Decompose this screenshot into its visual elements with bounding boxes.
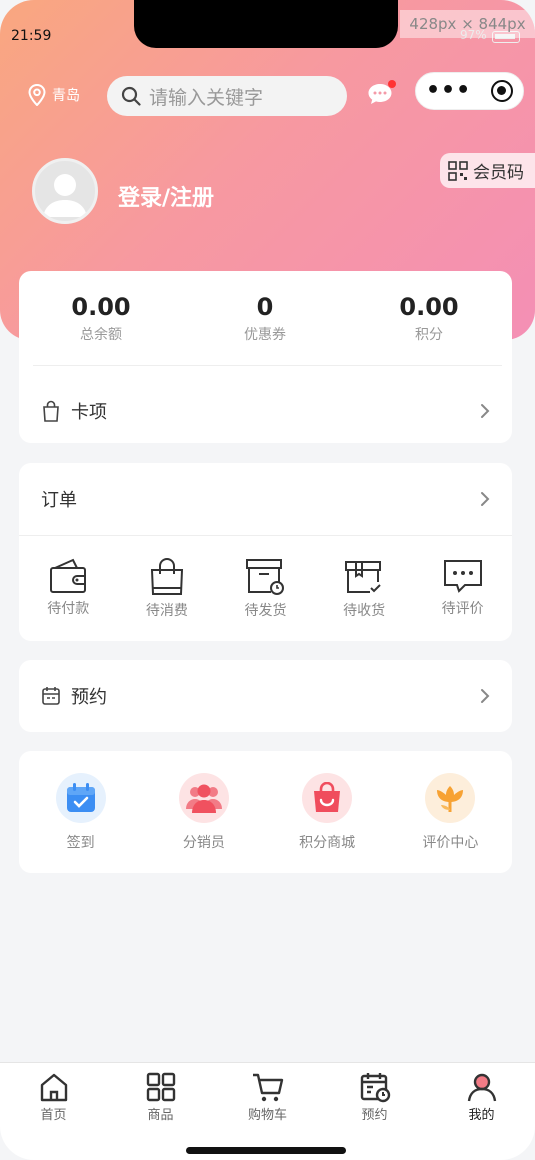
- points-value: 0.00: [399, 293, 459, 321]
- cards-item-row[interactable]: 卡项: [19, 375, 512, 447]
- service-distributor-label: 分销员: [182, 835, 225, 851]
- more-menu-icon[interactable]: •••: [426, 80, 471, 102]
- service-icon-bg: [302, 773, 353, 823]
- points-label: 积分: [415, 327, 443, 343]
- service-icon-bg: [55, 773, 106, 823]
- box-check-icon: [345, 561, 382, 593]
- orders-card: 订单 待付款 待消费 待发货 待收货 待评价: [19, 463, 512, 641]
- order-pending-review[interactable]: 待评价: [413, 536, 512, 641]
- balance-stat[interactable]: 0.00 总余额: [19, 293, 183, 344]
- order-pending-payment-label: 待付款: [47, 601, 90, 617]
- member-code-label: 会员码: [473, 163, 524, 183]
- home-icon: [40, 1073, 67, 1102]
- shopping-bag-icon: [150, 558, 183, 595]
- calendar-clock-icon: [360, 1073, 390, 1103]
- close-miniprogram-icon[interactable]: [491, 80, 514, 102]
- tab-home-label: 首页: [40, 1108, 67, 1123]
- search-icon: [121, 86, 141, 106]
- member-code-button[interactable]: 会员码: [440, 153, 535, 188]
- order-pending-review-label: 待评价: [441, 601, 484, 617]
- tab-booking[interactable]: 预约: [321, 1063, 428, 1160]
- location-label: 青岛: [52, 88, 80, 104]
- calendar-check-icon: [66, 783, 95, 812]
- order-pending-receipt[interactable]: 待收货: [315, 536, 414, 641]
- qr-code-icon: [448, 160, 468, 181]
- user-icon: [467, 1073, 496, 1102]
- tab-cart[interactable]: 购物车: [214, 1063, 321, 1160]
- orders-title: 订单: [41, 490, 77, 511]
- bag-icon: [43, 400, 59, 422]
- chevron-right-icon: [481, 689, 490, 703]
- account-stats-card: 0.00 总余额 0 优惠券 0.00 积分 卡项: [19, 271, 512, 443]
- tab-booking-label: 预约: [361, 1108, 388, 1123]
- coupon-label: 优惠券: [244, 327, 286, 343]
- people-icon: [185, 784, 222, 813]
- avatar[interactable]: [32, 158, 98, 224]
- balance-value: 0.00: [71, 293, 131, 321]
- tab-mine-label: 我的: [468, 1108, 495, 1123]
- cards-item-label: 卡项: [71, 402, 107, 423]
- location-pin-icon: [28, 84, 46, 106]
- coupon-stat[interactable]: 0 优惠券: [183, 293, 347, 344]
- service-points-mall-label: 积分商城: [299, 835, 356, 851]
- message-button[interactable]: [367, 80, 396, 110]
- app-screen: 21:59 97% 428px × 844px 青岛 请输入关键字 ••• 登录…: [0, 0, 535, 1160]
- search-bar[interactable]: 请输入关键字: [107, 76, 347, 116]
- service-checkin-label: 签到: [66, 835, 95, 851]
- search-placeholder: 请输入关键字: [149, 86, 264, 109]
- tulip-icon: [437, 786, 464, 812]
- dimension-overlay: 428px × 844px: [400, 10, 535, 38]
- service-checkin[interactable]: 签到: [19, 751, 142, 873]
- bottom-tab-bar: 首页 商品 购物车 预约 我的: [0, 1062, 535, 1160]
- services-card: 签到 分销员 积分商城 评价中心: [19, 751, 512, 873]
- service-distributor[interactable]: 分销员: [142, 751, 265, 873]
- login-register-link[interactable]: 登录/注册: [118, 180, 214, 212]
- order-pending-receipt-label: 待收货: [343, 603, 386, 619]
- box-clock-icon: [246, 559, 285, 595]
- default-user-icon: [43, 174, 87, 217]
- calendar-icon: [42, 687, 60, 705]
- chevron-right-icon: [481, 492, 490, 506]
- tab-home[interactable]: 首页: [0, 1063, 107, 1160]
- booking-label: 预约: [71, 687, 107, 708]
- order-pending-payment[interactable]: 待付款: [19, 536, 118, 641]
- service-icon-bg: [178, 773, 229, 823]
- location-selector[interactable]: 青岛: [28, 84, 80, 106]
- orders-header-row[interactable]: 订单: [19, 463, 512, 535]
- mini-program-capsule: •••: [415, 72, 524, 110]
- tab-mine[interactable]: 我的: [428, 1063, 535, 1160]
- divider: [33, 365, 502, 366]
- tab-products[interactable]: 商品: [107, 1063, 214, 1160]
- cart-icon: [252, 1073, 283, 1102]
- order-pending-shipment[interactable]: 待发货: [216, 536, 315, 641]
- order-pending-use[interactable]: 待消费: [118, 536, 217, 641]
- status-time: 21:59: [11, 28, 52, 44]
- chevron-right-icon: [481, 404, 490, 418]
- service-review-center-label: 评价中心: [422, 835, 479, 851]
- booking-row[interactable]: 预约: [19, 660, 512, 732]
- balance-label: 总余额: [80, 327, 122, 343]
- service-points-mall[interactable]: 积分商城: [266, 751, 389, 873]
- tab-products-label: 商品: [147, 1108, 174, 1123]
- home-indicator: [186, 1147, 346, 1154]
- order-status-row: 待付款 待消费 待发货 待收货 待评价: [19, 535, 512, 641]
- device-notch: [134, 0, 398, 48]
- order-pending-shipment-label: 待发货: [244, 603, 287, 619]
- store-bag-icon: [314, 782, 341, 812]
- unread-dot: [388, 80, 396, 88]
- grid-icon: [146, 1072, 175, 1102]
- booking-card[interactable]: 预约: [19, 660, 512, 732]
- coupon-value: 0: [256, 293, 274, 321]
- service-icon-bg: [425, 773, 476, 823]
- comment-icon: [443, 560, 482, 593]
- tab-cart-label: 购物车: [247, 1108, 287, 1123]
- points-stat[interactable]: 0.00 积分: [347, 293, 511, 344]
- service-review-center[interactable]: 评价中心: [389, 751, 512, 873]
- wallet-icon: [50, 558, 87, 593]
- order-pending-use-label: 待消费: [145, 603, 188, 619]
